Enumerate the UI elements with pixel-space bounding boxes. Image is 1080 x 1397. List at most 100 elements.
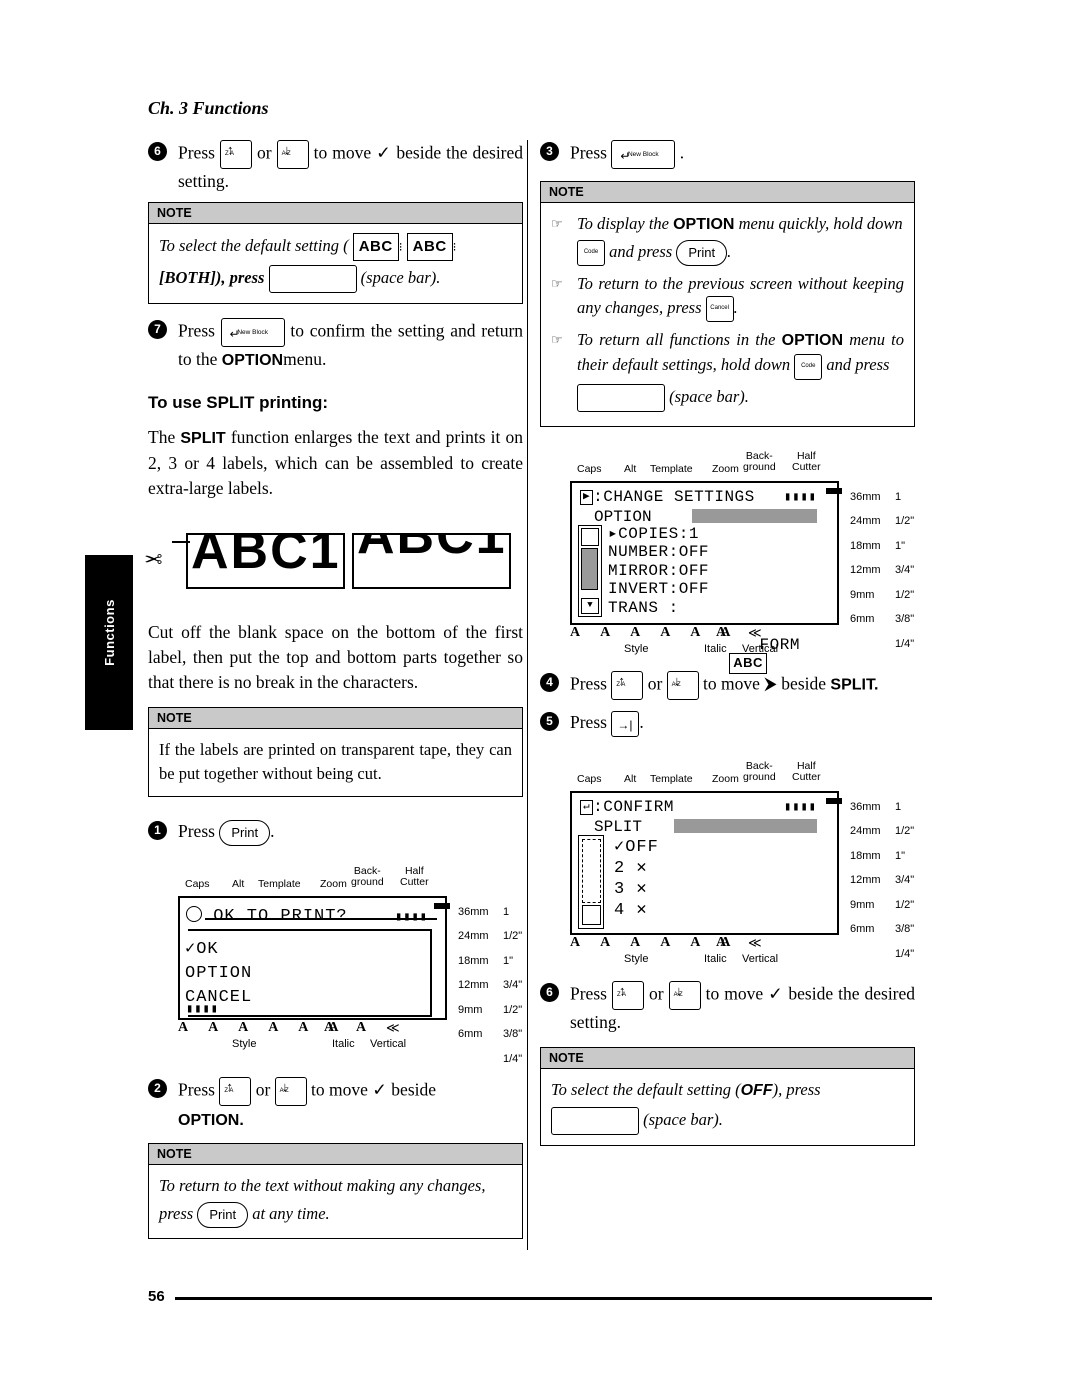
cancel-key-icon: Cancel [705, 296, 734, 323]
pointing-hand-icon: ☞ [551, 332, 563, 348]
up-arrow-key-icon: ↑ Z·A [611, 670, 644, 700]
note-text-c: and press [609, 242, 673, 261]
lcd2-line-3: INVERT:OFF [608, 580, 710, 599]
lcd-font-indicators: A A A A A A [570, 624, 740, 640]
step-number: 6 [148, 142, 167, 161]
lcd-top-zoom: Zoom [320, 877, 347, 890]
option-keyword: OPTION [221, 352, 284, 369]
space-bar-key-icon [268, 265, 357, 293]
lcd1-line-2: OPTION [185, 963, 253, 983]
note-box-1: NOTE To select the default setting ( ABC… [148, 202, 523, 304]
option-keyword: OPTION [673, 216, 735, 233]
note-box-2: NOTE If the labels are printed on transp… [148, 707, 523, 797]
note-box-3: NOTE To return to the text without makin… [148, 1142, 523, 1240]
lcd2-line-2: MIRROR:OFF [608, 561, 710, 580]
note-text-spacebar: (space bar). [643, 1109, 723, 1129]
lcd-top-background: Back-ground [351, 864, 384, 888]
note-text-d: (space bar). [669, 386, 749, 406]
code-key-icon: Code [794, 353, 823, 380]
lcd3-title: :CONFIRM [593, 797, 674, 816]
up-arrow-key-icon: ↑ Z·A [219, 1076, 252, 1106]
note-text-press: press [159, 1203, 194, 1223]
lcd-top-alt: Alt [624, 462, 637, 475]
lcd-size-list: 36mm 24mm 18mm 12mm 9mm 6mm [850, 490, 881, 626]
lcd-bottom-italic: Italic [704, 642, 727, 655]
lcd-top-background: Back-ground [743, 759, 776, 783]
left-step-1: 1 Press Print. [148, 819, 523, 846]
manual-page: Ch. 3 Functions Functions 6 Press ↑ Z·A … [0, 0, 1080, 1397]
note-text-spacebar: (space bar). [360, 267, 441, 287]
step-text-or: or [647, 673, 663, 694]
split-art-right-text: ABC1 [357, 533, 507, 565]
code-key-icon: Code [577, 240, 605, 267]
pointing-hand-icon: ☞ [551, 276, 563, 292]
lcd-top-zoom: Zoom [712, 772, 739, 785]
lcd-top-alt: Alt [624, 772, 637, 785]
right-column: 3 Press ↵ New Block . NOTE ☞ To display … [540, 140, 915, 1146]
step-text: Press [570, 142, 607, 163]
step-text: Press [570, 673, 607, 694]
abc-glyph-2: ABC [406, 233, 453, 261]
lcd-top-template: Template [650, 462, 693, 475]
step-number: 1 [148, 821, 167, 840]
right-step-3: 3 Press ↵ New Block . [540, 140, 915, 169]
note-body: If the labels are printed on transparent… [159, 740, 512, 783]
split-para-a: The [148, 427, 181, 447]
step-number: 2 [148, 1078, 167, 1098]
note-header: NOTE [149, 1143, 522, 1165]
lcd3-subtitle: SPLIT [594, 817, 643, 836]
lcd1-line-0: OK TO PRINT? [213, 906, 348, 926]
tab-key-icon: →| [611, 710, 640, 737]
split-keyword: SPLIT. [830, 676, 879, 694]
step-text-b: . [270, 821, 275, 841]
step-number: 7 [148, 320, 167, 339]
lcd2-title: :CHANGE SETTINGS [593, 487, 755, 506]
note-text: To select the default setting ( [159, 235, 349, 255]
down-arrow-key-icon: ↓ A·Z [276, 140, 309, 169]
lcd-bottom-vertical: Vertical [370, 1037, 407, 1050]
lcd-top-caps: Caps [577, 772, 602, 785]
lcd-font-indicators: A A A A A A [178, 1019, 348, 1035]
split-heading: To use SPLIT printing: [148, 393, 329, 412]
lcd-bottom-vertical: Vertical [742, 642, 779, 655]
lcd-top-zoom: Zoom [712, 462, 739, 475]
option-keyword: OPTION. [178, 1111, 244, 1129]
lcd-screen: ▶:CHANGE SETTINGS OPTION ▼ ▸COPIES:1 NUM… [570, 480, 839, 674]
step-text-or: or [648, 983, 664, 1004]
page-number: 56 [148, 1288, 165, 1305]
step-text: Press [570, 711, 607, 732]
note-header: NOTE [149, 708, 522, 729]
column-divider [527, 140, 528, 1250]
left-step-2: 2 Press ↑ Z·A or ↓ A·Z to move ✓ beside … [148, 1076, 523, 1133]
step-text-c: menu. [283, 349, 327, 369]
side-tab: Functions [85, 555, 133, 730]
up-arrow-key-icon: ↑ Z·A [611, 980, 644, 1010]
note-text-c: and press [826, 355, 890, 375]
side-tab-label: Functions [102, 599, 117, 666]
chapter-title: Ch. 3 Functions [148, 98, 269, 118]
note-text-both: [BOTH]), press [159, 267, 265, 287]
note-box-5: NOTE To select the default setting (OFF)… [540, 1046, 915, 1146]
print-key-icon: Print [219, 819, 271, 846]
right-step-4: 4 Press ↑ Z·A or ↓ A·Z to move ⮞ beside … [540, 670, 915, 700]
step-text: Press [570, 983, 607, 1004]
step-text: Press [178, 142, 215, 163]
lcd-diagram-1: Caps Alt Template Zoom Back-ground Half C… [148, 860, 523, 1065]
lcd-bottom-italic: Italic [704, 952, 727, 965]
note-text-b: . [733, 298, 738, 318]
lcd3-line-3: 4 ✕ [614, 900, 648, 920]
up-arrow-key-icon: ↑ Z·A [219, 140, 252, 169]
right-step-6: 6 Press ↑ Z·A or ↓ A·Z to move ✓ beside … [540, 980, 915, 1035]
lcd-top-caps: Caps [185, 877, 210, 890]
lcd-top-halfcutter: Half Cutter [792, 759, 821, 783]
lcd-screen: ↵:CONFIRM SPLIT ✓OFF 2 ✕ 3 ✕ 4 ✕ ▮▮▮▮ [570, 790, 839, 935]
note-text: To display the [577, 214, 674, 233]
print-key-icon: Print [676, 240, 728, 267]
lcd2-line-4: TRANS : [608, 598, 679, 617]
lcd3-line-1: 2 ✕ [614, 858, 648, 878]
step-text-b: to move ⮞ beside [703, 673, 827, 694]
right-step-5: 5 Press →| . [540, 710, 915, 737]
step-text: Press [178, 821, 215, 841]
left-step-7: 7 Press ↵ New Block to confirm the setti… [148, 318, 523, 373]
lcd-bottom-vertical: Vertical [742, 952, 779, 965]
